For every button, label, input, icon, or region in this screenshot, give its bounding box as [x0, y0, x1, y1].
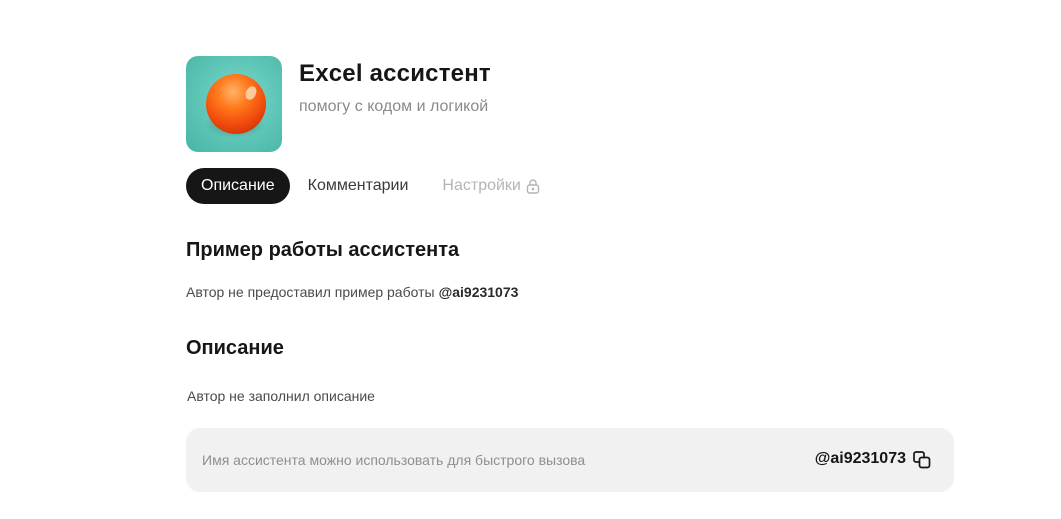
description-note: Автор не заполнил описание [187, 388, 375, 404]
example-note-text: Автор не предоставил пример работы [186, 284, 435, 300]
assistant-name: Excel ассистент [299, 60, 491, 87]
tab-description[interactable]: Описание [186, 168, 290, 204]
alias-box: Имя ассистента можно использовать для бы… [186, 428, 954, 492]
author-handle: @ai9231073 [438, 284, 519, 300]
tab-settings-label: Настройки [442, 177, 521, 194]
lock-icon [526, 179, 540, 194]
copy-icon[interactable] [912, 450, 932, 470]
avatar-orange-ball [206, 74, 266, 134]
assistant-page: Excel ассистент помогу с кодом и логикой… [0, 0, 1061, 519]
tab-bar: Описание Комментарии Настройки [186, 168, 540, 204]
example-heading: Пример работы ассистента [186, 239, 460, 261]
example-note: Автор не предоставил пример работы @ai923… [186, 284, 518, 300]
tab-settings[interactable]: Настройки [442, 168, 540, 204]
description-heading: Описание [186, 337, 284, 359]
tab-comments[interactable]: Комментарии [308, 168, 409, 204]
assistant-tagline: помогу с кодом и логикой [299, 98, 489, 115]
assistant-avatar [186, 56, 282, 152]
alias-hint: Имя ассистента можно использовать для бы… [202, 452, 586, 468]
alias-handle: @ai9231073 [814, 450, 906, 467]
